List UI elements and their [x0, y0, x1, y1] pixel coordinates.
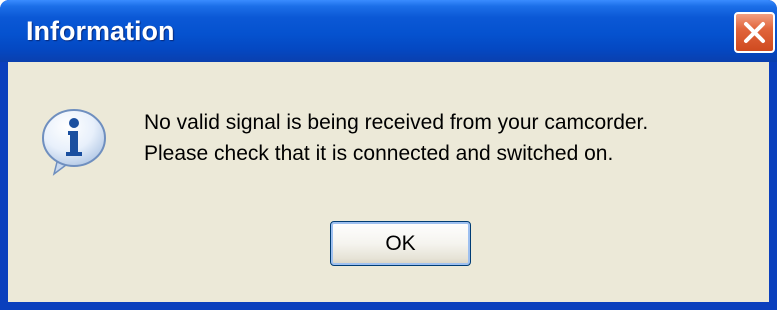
information-dialog: Information No valid signal is being rec… [0, 0, 777, 310]
message-text: No valid signal is being received from y… [144, 107, 648, 169]
dialog-body: No valid signal is being received from y… [8, 62, 769, 302]
ok-button[interactable]: OK [330, 221, 471, 266]
title-bar[interactable]: Information [0, 0, 777, 62]
information-icon [42, 109, 106, 176]
message-line-1: No valid signal is being received from y… [144, 111, 649, 134]
dialog-title: Information [26, 16, 175, 46]
message-line-2: Please check that it is connected and sw… [144, 142, 614, 165]
ok-button-label: OK [385, 231, 416, 255]
close-icon [744, 22, 765, 43]
close-button[interactable] [734, 12, 775, 53]
